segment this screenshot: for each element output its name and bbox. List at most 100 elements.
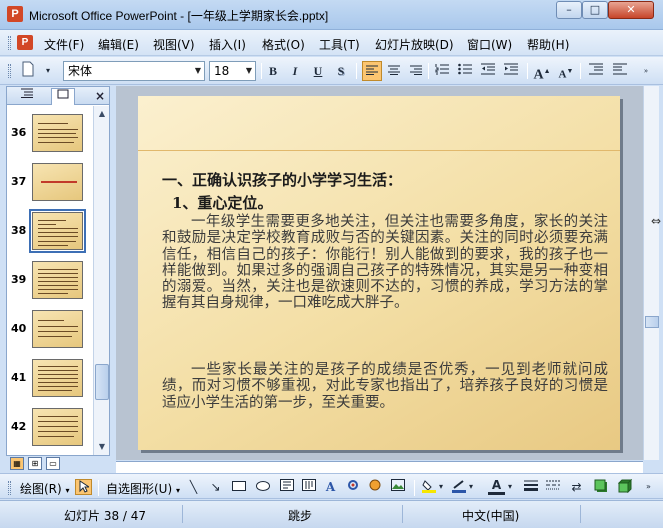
- thumbnail-row[interactable]: 38: [7, 209, 93, 262]
- align-right-icon[interactable]: [406, 61, 426, 81]
- thumbnail-row[interactable]: 42: [7, 408, 93, 455]
- scrollbar-thumb[interactable]: [645, 316, 659, 328]
- chevron-down-icon[interactable]: ▾: [436, 479, 446, 495]
- grow-font-button[interactable]: A▲: [532, 61, 552, 83]
- language-status[interactable]: 中文(中国): [462, 507, 519, 524]
- shadow-button[interactable]: S: [331, 61, 351, 81]
- toolbar-grip[interactable]: [8, 64, 11, 78]
- arrow-style-icon[interactable]: ⇄: [568, 479, 585, 495]
- slides-tab[interactable]: [51, 88, 75, 105]
- scroll-up-icon[interactable]: ▲: [95, 107, 109, 121]
- slide-sorter-icon[interactable]: ⊞: [28, 457, 42, 470]
- slide-thumbnail[interactable]: [32, 359, 83, 397]
- menu-window[interactable]: 窗口(W): [467, 36, 512, 53]
- decrease-indent-icon[interactable]: [478, 61, 498, 81]
- slide-thumbnail[interactable]: [32, 261, 83, 299]
- slide-thumbnail[interactable]: [32, 408, 83, 446]
- dash-style-icon[interactable]: [544, 479, 561, 495]
- bold-button[interactable]: B: [263, 61, 283, 81]
- toolbar-dropdown-icon[interactable]: ▾: [38, 61, 58, 81]
- font-size-combo[interactable]: 18 ▼: [209, 61, 256, 81]
- shadow-style-icon[interactable]: [592, 479, 609, 495]
- thumbnail-scrollbar[interactable]: ▲ ▼: [93, 106, 109, 455]
- chevron-down-icon[interactable]: ▾: [466, 479, 476, 495]
- toolbar-options-icon[interactable]: »: [640, 479, 657, 495]
- menu-file[interactable]: 文件(F): [44, 36, 84, 53]
- slide-heading[interactable]: 一、正确认识孩子的小学学习生活：: [162, 169, 402, 190]
- rectangle-icon[interactable]: [230, 479, 247, 495]
- menu-view[interactable]: 视图(V): [153, 36, 195, 53]
- select-pointer-icon[interactable]: [75, 479, 92, 495]
- slide-thumbnail[interactable]: [32, 310, 83, 348]
- menu-tools[interactable]: 工具(T): [319, 36, 360, 53]
- line-style-icon[interactable]: [522, 479, 539, 495]
- align-center-icon[interactable]: [384, 61, 404, 81]
- design-template-status[interactable]: 跳步: [288, 507, 312, 524]
- notes-pane[interactable]: [116, 461, 643, 473]
- toolbar-grip[interactable]: [8, 36, 11, 50]
- menu-help[interactable]: 帮助(H): [527, 36, 569, 53]
- indent-icon[interactable]: [610, 61, 630, 81]
- scroll-down-icon[interactable]: ▼: [95, 440, 109, 454]
- picture-icon[interactable]: [389, 479, 406, 495]
- menu-insert[interactable]: 插入(I): [209, 36, 246, 53]
- outdent-icon[interactable]: [586, 61, 606, 81]
- slide-editing-area[interactable]: 一、正确认识孩子的小学学习生活： 1、重心定位。 一年级学生需要更多地关注，但关…: [116, 86, 643, 460]
- slide-thumbnail[interactable]: [32, 163, 83, 201]
- oval-icon[interactable]: [254, 479, 271, 495]
- maximize-button[interactable]: □: [582, 1, 608, 19]
- menu-format[interactable]: 格式(O): [262, 36, 305, 53]
- font-color-icon[interactable]: A: [488, 479, 505, 495]
- pane-splitter-icon[interactable]: ⇔: [651, 214, 661, 228]
- close-pane-icon[interactable]: ×: [93, 88, 107, 104]
- clip-art-icon[interactable]: [366, 479, 383, 495]
- textbox-icon[interactable]: [278, 479, 295, 495]
- line-color-icon[interactable]: [450, 479, 467, 495]
- thumbnail-row[interactable]: 41: [7, 359, 93, 409]
- chevron-down-icon[interactable]: ▾: [505, 479, 515, 495]
- current-slide[interactable]: 一、正确认识孩子的小学学习生活： 1、重心定位。 一年级学生需要更多地关注，但关…: [138, 96, 620, 450]
- slide-paragraph-2[interactable]: 一些家长最关注的是孩子的成绩是否优秀，一见到老师就问成绩，而对习惯不够重视，对此…: [162, 362, 608, 411]
- menu-slideshow[interactable]: 幻灯片放映(D): [375, 36, 454, 53]
- slide-thumbnail-selected[interactable]: [29, 209, 86, 253]
- slide-subheading[interactable]: 1、重心定位。: [172, 192, 272, 213]
- powerpoint-icon[interactable]: P: [7, 6, 23, 22]
- autoshapes-menu-button[interactable]: 自选图形(U) ▾: [106, 480, 180, 497]
- menu-edit[interactable]: 编辑(E): [98, 36, 139, 53]
- fill-color-icon[interactable]: [420, 479, 437, 495]
- close-button[interactable]: ✕: [608, 1, 654, 19]
- scrollbar-thumb[interactable]: [95, 364, 109, 400]
- draw-menu-button[interactable]: 绘图(R) ▾: [20, 480, 70, 497]
- italic-button[interactable]: I: [285, 61, 305, 81]
- new-slide-icon[interactable]: [18, 61, 38, 81]
- outline-tab[interactable]: [15, 88, 39, 104]
- document-icon[interactable]: P: [17, 35, 33, 50]
- underline-button[interactable]: U: [308, 61, 328, 81]
- slide-thumbnail[interactable]: [32, 114, 83, 152]
- thumbnail-row[interactable]: 37: [7, 163, 93, 213]
- diagram-icon[interactable]: [344, 479, 361, 495]
- thumbnail-row[interactable]: 40: [7, 310, 93, 360]
- align-left-icon[interactable]: [362, 61, 382, 81]
- wordart-icon[interactable]: A: [322, 479, 339, 495]
- arrow-icon[interactable]: ↘: [207, 479, 224, 495]
- numbering-icon[interactable]: [432, 61, 452, 81]
- minimize-button[interactable]: –: [556, 1, 582, 19]
- thumbnail-row[interactable]: 36: [7, 114, 93, 164]
- thumbnail-row[interactable]: 39: [7, 261, 93, 311]
- font-name-combo[interactable]: 宋体 ▼: [63, 61, 205, 81]
- normal-view-icon[interactable]: ▦: [10, 457, 24, 470]
- toolbar-options-icon[interactable]: »: [636, 61, 656, 81]
- toolbar-grip[interactable]: [8, 481, 11, 495]
- slide-paragraph-1[interactable]: 一年级学生需要更多地关注，但关注也需要多角度，家长的关注和鼓励是决定学校教育成败…: [162, 214, 608, 312]
- increase-indent-icon[interactable]: [501, 61, 521, 81]
- vertical-textbox-icon[interactable]: [300, 479, 317, 495]
- chevron-down-icon[interactable]: ▼: [243, 62, 255, 80]
- bullets-icon[interactable]: [455, 61, 475, 81]
- 3d-style-icon[interactable]: [616, 478, 633, 495]
- shrink-font-button[interactable]: A▼: [556, 61, 576, 81]
- slide-scrollbar[interactable]: [643, 86, 659, 460]
- chevron-down-icon[interactable]: ▼: [192, 62, 204, 80]
- line-icon[interactable]: ╲: [185, 479, 202, 495]
- slideshow-icon[interactable]: ▭: [46, 457, 60, 470]
